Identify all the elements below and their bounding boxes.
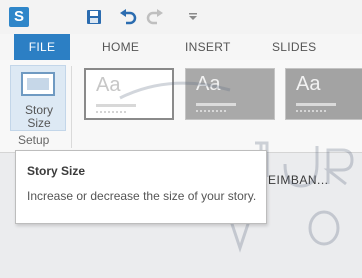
tab-slides[interactable]: SLIDES bbox=[272, 34, 317, 60]
ribbon-panel: Story Size Setup Aa Aa Aa bbox=[0, 60, 362, 153]
theme-thumbnail-label: Aa bbox=[96, 74, 121, 96]
story-title-text: EIMBAN... bbox=[268, 173, 329, 187]
theme-accent-bar bbox=[96, 104, 136, 107]
redo-icon[interactable] bbox=[144, 6, 166, 28]
customize-dropdown-icon[interactable] bbox=[186, 6, 200, 28]
theme-thumbnail-label: Aa bbox=[296, 73, 321, 95]
setup-group-label: Setup bbox=[18, 133, 50, 147]
ribbon-tab-bar: FILE HOME INSERT SLIDES bbox=[0, 34, 362, 60]
undo-icon[interactable] bbox=[117, 6, 139, 28]
tab-insert[interactable]: INSERT bbox=[185, 34, 231, 60]
tooltip-title: Story Size bbox=[27, 164, 86, 178]
theme-thumbnail-1[interactable]: Aa bbox=[84, 68, 174, 120]
tab-home[interactable]: HOME bbox=[102, 34, 139, 60]
tab-file[interactable]: FILE bbox=[14, 34, 70, 60]
ribbon-group-divider bbox=[71, 66, 72, 148]
theme-dots bbox=[96, 111, 126, 115]
story-size-label-line2: Size bbox=[27, 116, 51, 130]
story-size-button[interactable]: Story Size bbox=[10, 65, 66, 131]
theme-thumbnail-label: Aa bbox=[196, 73, 221, 95]
theme-accent-bar bbox=[196, 103, 236, 106]
title-bar bbox=[0, 0, 362, 34]
story-size-icon bbox=[21, 72, 55, 96]
theme-accent-bar bbox=[296, 103, 336, 106]
save-icon[interactable] bbox=[84, 6, 104, 28]
theme-thumbnail-3[interactable]: Aa bbox=[285, 68, 362, 120]
theme-dots bbox=[296, 110, 326, 114]
story-size-tooltip: Story Size Increase or decrease the size… bbox=[15, 150, 267, 224]
theme-thumbnail-2[interactable]: Aa bbox=[185, 68, 275, 120]
tooltip-description: Increase or decrease the size of your st… bbox=[27, 189, 257, 203]
storyline-app-icon[interactable] bbox=[9, 7, 29, 27]
theme-dots bbox=[196, 110, 226, 114]
